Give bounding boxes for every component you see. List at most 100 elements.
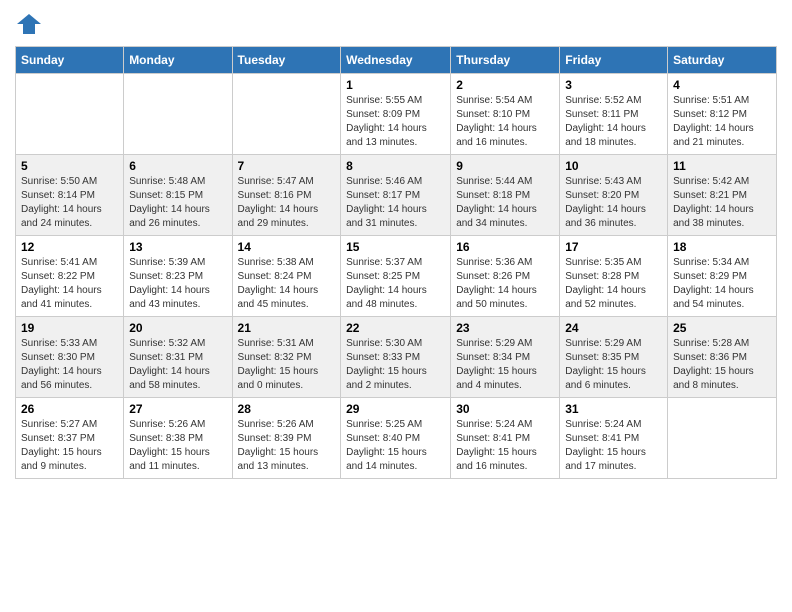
day-info: Sunrise: 5:50 AMSunset: 8:14 PMDaylight:… (21, 175, 118, 231)
day-info: Sunrise: 5:34 AMSunset: 8:29 PMDaylight:… (673, 256, 771, 312)
calendar-cell: 13 Sunrise: 5:39 AMSunset: 8:23 PMDayligh… (124, 236, 232, 317)
calendar-week-5: 26 Sunrise: 5:27 AMSunset: 8:37 PMDayligh… (16, 398, 777, 479)
day-number: 26 (21, 402, 118, 416)
calendar-cell: 18 Sunrise: 5:34 AMSunset: 8:29 PMDayligh… (668, 236, 777, 317)
calendar-header-saturday: Saturday (668, 47, 777, 74)
calendar-cell: 14 Sunrise: 5:38 AMSunset: 8:24 PMDayligh… (232, 236, 341, 317)
calendar-cell: 5 Sunrise: 5:50 AMSunset: 8:14 PMDaylight… (16, 155, 124, 236)
calendar-cell (124, 74, 232, 155)
day-number: 8 (346, 159, 445, 173)
day-info: Sunrise: 5:33 AMSunset: 8:30 PMDaylight:… (21, 337, 118, 393)
calendar-cell (232, 74, 341, 155)
day-info: Sunrise: 5:46 AMSunset: 8:17 PMDaylight:… (346, 175, 445, 231)
day-info: Sunrise: 5:26 AMSunset: 8:39 PMDaylight:… (238, 418, 336, 474)
calendar-cell: 31 Sunrise: 5:24 AMSunset: 8:41 PMDayligh… (560, 398, 668, 479)
calendar-week-1: 1 Sunrise: 5:55 AMSunset: 8:09 PMDaylight… (16, 74, 777, 155)
day-number: 22 (346, 321, 445, 335)
calendar-cell: 22 Sunrise: 5:30 AMSunset: 8:33 PMDayligh… (341, 317, 451, 398)
day-info: Sunrise: 5:55 AMSunset: 8:09 PMDaylight:… (346, 94, 445, 150)
calendar-cell: 21 Sunrise: 5:31 AMSunset: 8:32 PMDayligh… (232, 317, 341, 398)
calendar-cell: 29 Sunrise: 5:25 AMSunset: 8:40 PMDayligh… (341, 398, 451, 479)
day-info: Sunrise: 5:52 AMSunset: 8:11 PMDaylight:… (565, 94, 662, 150)
day-info: Sunrise: 5:37 AMSunset: 8:25 PMDaylight:… (346, 256, 445, 312)
day-number: 28 (238, 402, 336, 416)
calendar-cell: 6 Sunrise: 5:48 AMSunset: 8:15 PMDaylight… (124, 155, 232, 236)
logo-icon (15, 10, 43, 38)
day-number: 18 (673, 240, 771, 254)
calendar-cell: 10Sunrise: 5:43 AMSunset: 8:20 PMDayligh… (560, 155, 668, 236)
calendar-cell: 20 Sunrise: 5:32 AMSunset: 8:31 PMDayligh… (124, 317, 232, 398)
day-number: 5 (21, 159, 118, 173)
day-number: 2 (456, 78, 554, 92)
calendar-cell: 4Sunrise: 5:51 AMSunset: 8:12 PMDaylight… (668, 74, 777, 155)
calendar-header-row: SundayMondayTuesdayWednesdayThursdayFrid… (16, 47, 777, 74)
day-number: 11 (673, 159, 771, 173)
day-info: Sunrise: 5:28 AMSunset: 8:36 PMDaylight:… (673, 337, 771, 393)
day-info: Sunrise: 5:26 AMSunset: 8:38 PMDaylight:… (129, 418, 226, 474)
calendar-week-3: 12Sunrise: 5:41 AMSunset: 8:22 PMDayligh… (16, 236, 777, 317)
day-number: 10 (565, 159, 662, 173)
day-number: 1 (346, 78, 445, 92)
day-info: Sunrise: 5:24 AMSunset: 8:41 PMDaylight:… (565, 418, 662, 474)
day-number: 25 (673, 321, 771, 335)
day-number: 24 (565, 321, 662, 335)
calendar-header-sunday: Sunday (16, 47, 124, 74)
day-number: 9 (456, 159, 554, 173)
day-number: 13 (129, 240, 226, 254)
day-number: 7 (238, 159, 336, 173)
day-info: Sunrise: 5:38 AMSunset: 8:24 PMDaylight:… (238, 256, 336, 312)
day-number: 3 (565, 78, 662, 92)
day-number: 16 (456, 240, 554, 254)
calendar-cell: 24Sunrise: 5:29 AMSunset: 8:35 PMDayligh… (560, 317, 668, 398)
day-info: Sunrise: 5:48 AMSunset: 8:15 PMDaylight:… (129, 175, 226, 231)
calendar-cell: 25 Sunrise: 5:28 AMSunset: 8:36 PMDayligh… (668, 317, 777, 398)
day-info: Sunrise: 5:31 AMSunset: 8:32 PMDaylight:… (238, 337, 336, 393)
calendar-cell (16, 74, 124, 155)
calendar-header-friday: Friday (560, 47, 668, 74)
calendar-cell: 28 Sunrise: 5:26 AMSunset: 8:39 PMDayligh… (232, 398, 341, 479)
calendar-cell: 16 Sunrise: 5:36 AMSunset: 8:26 PMDayligh… (451, 236, 560, 317)
day-info: Sunrise: 5:25 AMSunset: 8:40 PMDaylight:… (346, 418, 445, 474)
day-info: Sunrise: 5:30 AMSunset: 8:33 PMDaylight:… (346, 337, 445, 393)
day-number: 14 (238, 240, 336, 254)
day-number: 15 (346, 240, 445, 254)
day-info: Sunrise: 5:36 AMSunset: 8:26 PMDaylight:… (456, 256, 554, 312)
calendar-cell (668, 398, 777, 479)
day-number: 31 (565, 402, 662, 416)
calendar-cell: 9 Sunrise: 5:44 AMSunset: 8:18 PMDaylight… (451, 155, 560, 236)
day-info: Sunrise: 5:47 AMSunset: 8:16 PMDaylight:… (238, 175, 336, 231)
calendar-cell: 3 Sunrise: 5:52 AMSunset: 8:11 PMDaylight… (560, 74, 668, 155)
day-info: Sunrise: 5:54 AMSunset: 8:10 PMDaylight:… (456, 94, 554, 150)
calendar-week-4: 19 Sunrise: 5:33 AMSunset: 8:30 PMDayligh… (16, 317, 777, 398)
day-number: 19 (21, 321, 118, 335)
day-info: Sunrise: 5:27 AMSunset: 8:37 PMDaylight:… (21, 418, 118, 474)
calendar-cell: 2 Sunrise: 5:54 AMSunset: 8:10 PMDaylight… (451, 74, 560, 155)
day-info: Sunrise: 5:29 AMSunset: 8:34 PMDaylight:… (456, 337, 554, 393)
calendar-cell: 12Sunrise: 5:41 AMSunset: 8:22 PMDayligh… (16, 236, 124, 317)
day-number: 6 (129, 159, 226, 173)
calendar-cell: 23Sunrise: 5:29 AMSunset: 8:34 PMDayligh… (451, 317, 560, 398)
calendar-header-monday: Monday (124, 47, 232, 74)
calendar-cell: 15 Sunrise: 5:37 AMSunset: 8:25 PMDayligh… (341, 236, 451, 317)
day-info: Sunrise: 5:44 AMSunset: 8:18 PMDaylight:… (456, 175, 554, 231)
day-info: Sunrise: 5:32 AMSunset: 8:31 PMDaylight:… (129, 337, 226, 393)
calendar-header-tuesday: Tuesday (232, 47, 341, 74)
day-number: 27 (129, 402, 226, 416)
logo (15, 10, 47, 38)
calendar-table: SundayMondayTuesdayWednesdayThursdayFrid… (15, 46, 777, 479)
day-number: 21 (238, 321, 336, 335)
calendar-cell: 30Sunrise: 5:24 AMSunset: 8:41 PMDayligh… (451, 398, 560, 479)
calendar-header-thursday: Thursday (451, 47, 560, 74)
day-number: 12 (21, 240, 118, 254)
calendar-cell: 19 Sunrise: 5:33 AMSunset: 8:30 PMDayligh… (16, 317, 124, 398)
day-info: Sunrise: 5:39 AMSunset: 8:23 PMDaylight:… (129, 256, 226, 312)
day-number: 17 (565, 240, 662, 254)
day-info: Sunrise: 5:42 AMSunset: 8:21 PMDaylight:… (673, 175, 771, 231)
day-number: 29 (346, 402, 445, 416)
day-info: Sunrise: 5:51 AMSunset: 8:12 PMDaylight:… (673, 94, 771, 150)
page-header (15, 10, 777, 38)
calendar-cell: 27 Sunrise: 5:26 AMSunset: 8:38 PMDayligh… (124, 398, 232, 479)
day-number: 30 (456, 402, 554, 416)
day-number: 20 (129, 321, 226, 335)
calendar-cell: 8 Sunrise: 5:46 AMSunset: 8:17 PMDaylight… (341, 155, 451, 236)
